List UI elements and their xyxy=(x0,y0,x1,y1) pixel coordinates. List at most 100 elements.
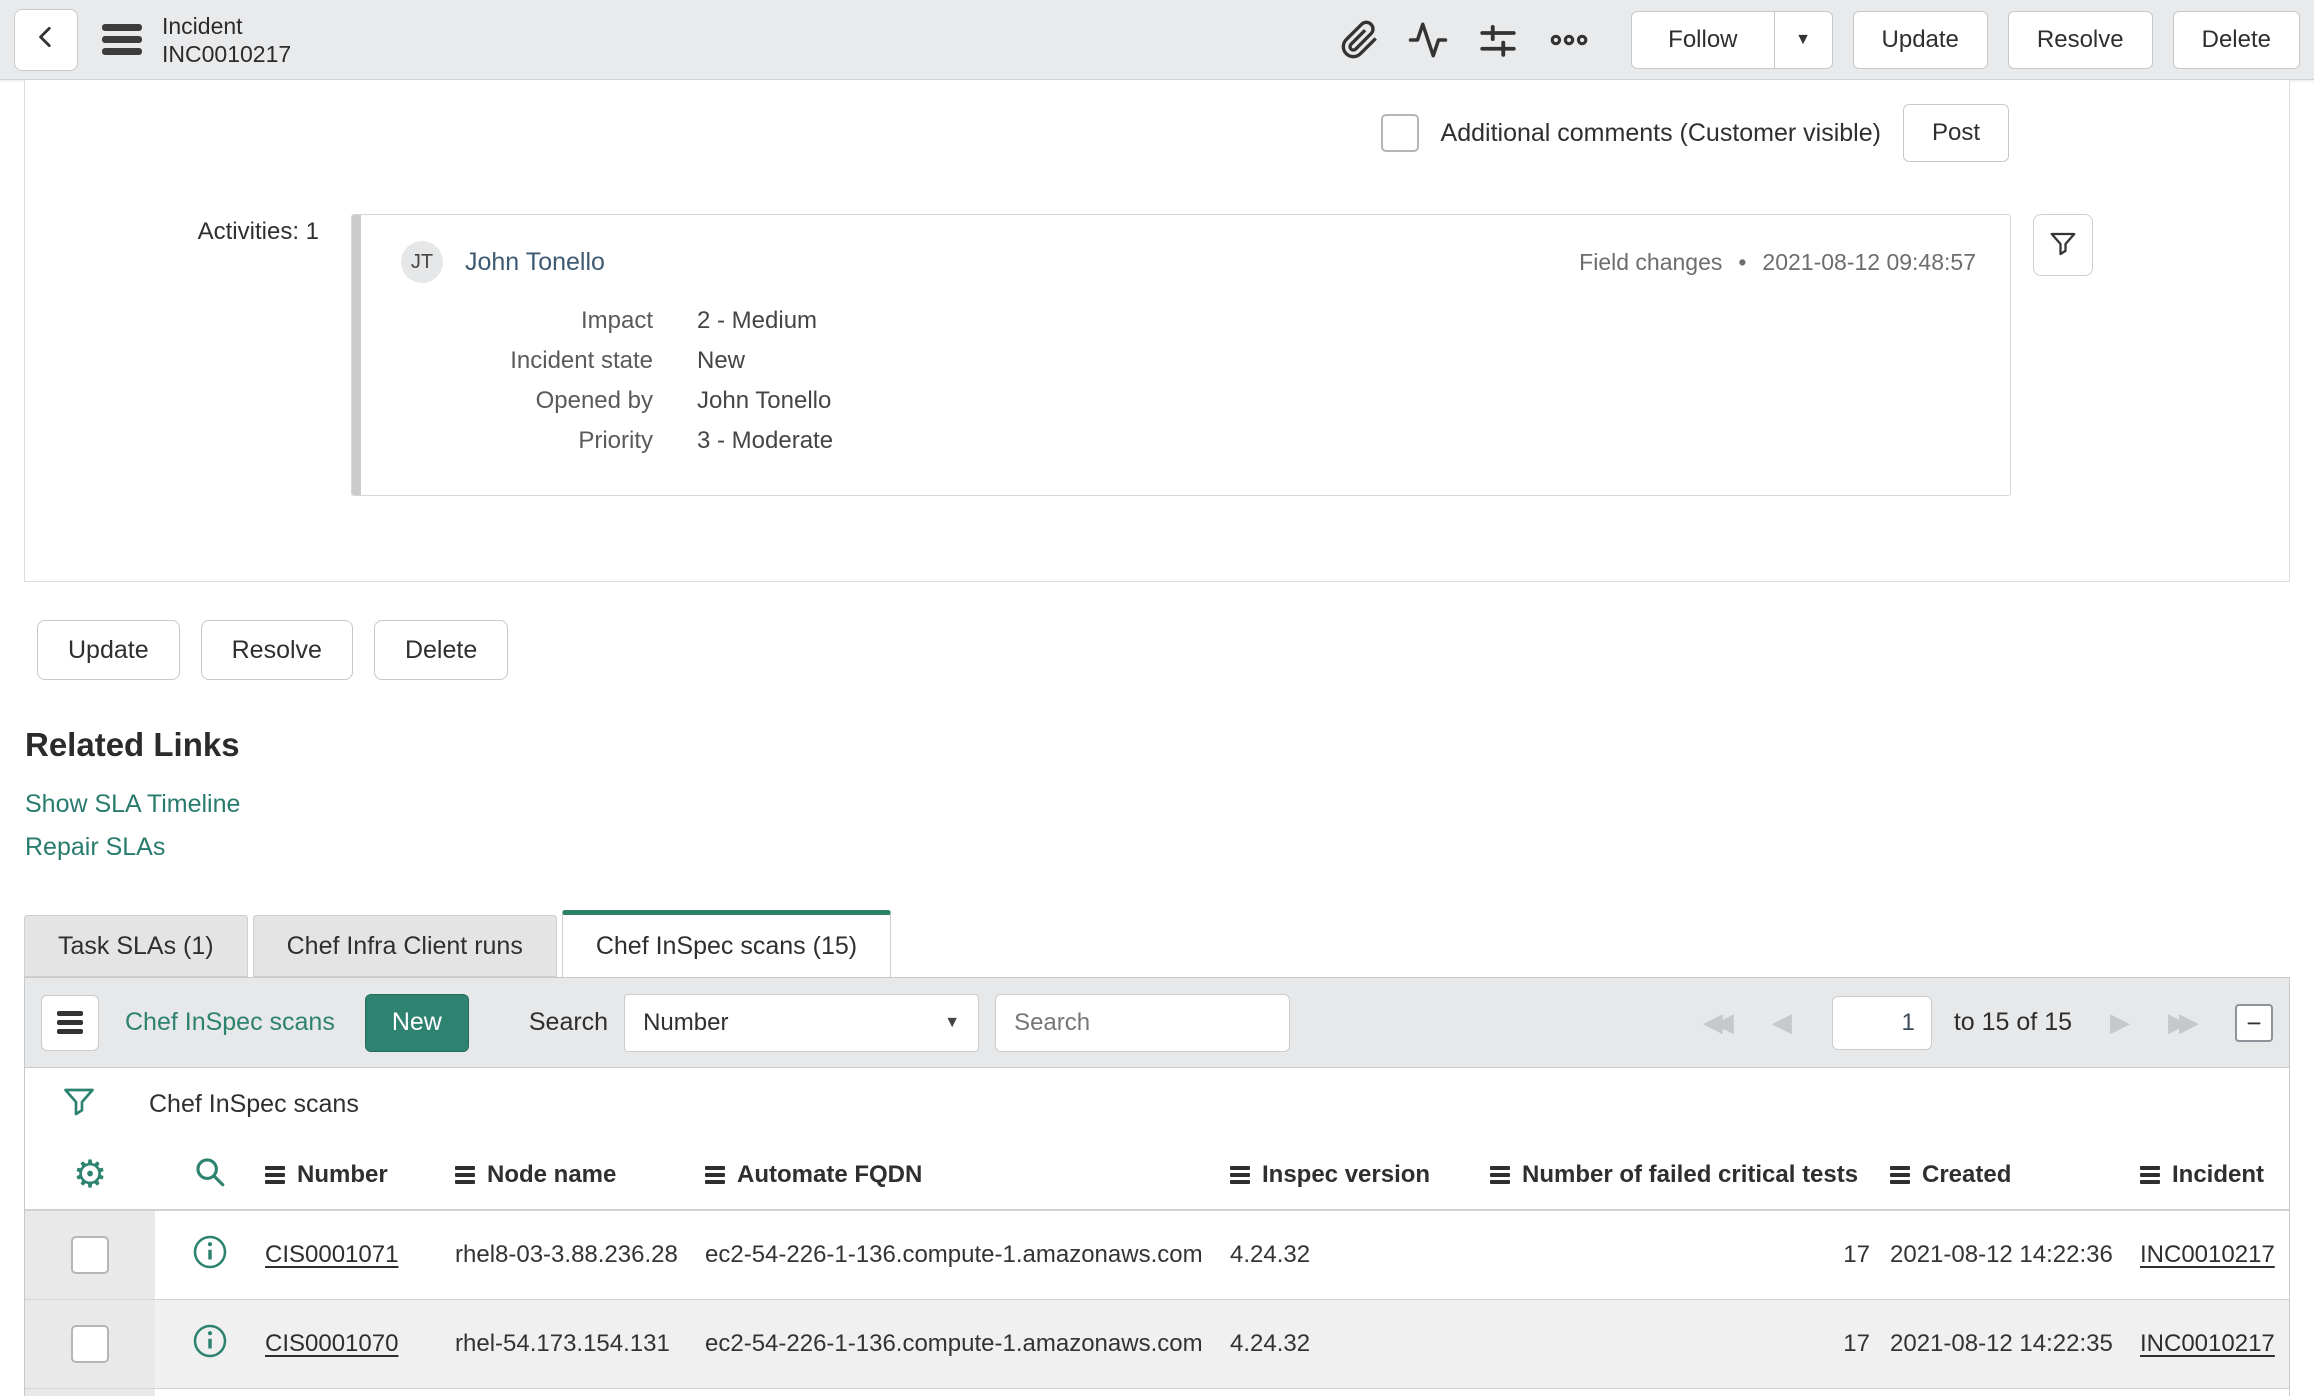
additional-comments-row: Additional comments (Customer visible) P… xyxy=(25,80,2289,162)
column-header-number[interactable]: Number xyxy=(265,1161,455,1189)
column-menu-icon xyxy=(1230,1165,1250,1184)
delete-button-header[interactable]: Delete xyxy=(2172,10,2300,69)
delete-button[interactable]: Delete xyxy=(373,620,509,680)
collapse-list-button[interactable]: − xyxy=(2235,1003,2273,1042)
field-change-row: Impact 2 - Medium xyxy=(401,307,1976,335)
funnel-icon xyxy=(2048,228,2078,263)
search-icon[interactable] xyxy=(193,1155,227,1194)
row-select-checkbox[interactable] xyxy=(71,1236,109,1274)
activity-stream-icon[interactable] xyxy=(1406,19,1450,61)
column-header-automate-fqdn[interactable]: Automate FQDN xyxy=(705,1161,1230,1189)
field-value: John Tonello xyxy=(697,387,832,414)
column-menu-icon xyxy=(455,1165,475,1184)
node-name-cell: rhel8-03-3.88.236.28 xyxy=(455,1241,678,1268)
activity-header: JT John Tonello Field changes • 2021-08-… xyxy=(401,241,1976,283)
chevron-left-icon xyxy=(33,22,59,57)
show-sla-timeline-link[interactable]: Show SLA Timeline xyxy=(25,790,240,819)
field-change-row: Priority 3 - Moderate xyxy=(401,427,1976,455)
activity-filter-button[interactable] xyxy=(2033,214,2093,276)
update-button[interactable]: Update xyxy=(37,620,180,680)
pagination-range-label: to 15 of 15 xyxy=(1953,1008,2072,1036)
search-input[interactable] xyxy=(995,993,1291,1052)
tab-task-slas[interactable]: Task SLAs (1) xyxy=(24,915,248,977)
first-page-icon[interactable]: ◀◀ xyxy=(1703,1007,1734,1038)
activities-count-label: Activities: 1 xyxy=(197,218,319,245)
info-icon[interactable] xyxy=(192,1234,228,1277)
follow-dropdown-button[interactable]: ▼ xyxy=(1774,10,1833,69)
top-header-bar: Incident INC0010217 Follow ▼ Update Reso… xyxy=(0,0,2314,80)
column-header-node-name[interactable]: Node name xyxy=(455,1161,705,1189)
field-value: 2 - Medium xyxy=(697,307,818,334)
list-breadcrumb-row: Chef InSpec scans xyxy=(25,1068,2289,1140)
scan-number-link[interactable]: CIS0001070 xyxy=(265,1330,398,1357)
inspec-version-cell: 4.24.32 xyxy=(1230,1330,1311,1357)
incident-link[interactable]: INC0010217 xyxy=(2140,1241,2275,1268)
search-label: Search xyxy=(528,1008,609,1036)
related-lists-tabs: Task SLAs (1) Chef Infra Client runs Che… xyxy=(24,910,2314,977)
row-select-checkbox[interactable] xyxy=(71,1325,109,1363)
scan-number-link[interactable]: CIS0001071 xyxy=(265,1241,398,1268)
failed-critical-tests-cell: 17 xyxy=(1843,1241,1870,1268)
column-header-failed-critical-tests[interactable]: Number of failed critical tests xyxy=(1490,1161,1890,1189)
context-menu-icon[interactable] xyxy=(102,24,142,55)
follow-button[interactable]: Follow xyxy=(1631,10,1775,69)
activities-section: Activities: 1 JT John Tonello Field chan… xyxy=(25,214,2289,496)
list-toolbar: Chef InSpec scans New Search Number ▼ ◀◀… xyxy=(25,978,2289,1068)
follow-split-button: Follow ▼ xyxy=(1631,10,1833,69)
personalize-icon[interactable] xyxy=(1476,19,1520,61)
column-header-incident[interactable]: Incident xyxy=(2140,1161,2289,1189)
resolve-button[interactable]: Resolve xyxy=(200,620,353,680)
incident-link[interactable]: INC0010217 xyxy=(2140,1330,2275,1357)
update-button-header[interactable]: Update xyxy=(1852,10,1988,69)
tab-chef-inspec-scans[interactable]: Chef InSpec scans (15) xyxy=(561,910,892,977)
list-title[interactable]: Chef InSpec scans xyxy=(125,1008,335,1037)
breadcrumb[interactable]: Chef InSpec scans xyxy=(149,1090,359,1119)
inspec-version-cell: 4.24.32 xyxy=(1230,1241,1311,1268)
activity-author[interactable]: John Tonello xyxy=(465,248,605,277)
activity-entry-card: JT John Tonello Field changes • 2021-08-… xyxy=(351,214,2011,496)
page-number-input[interactable] xyxy=(1831,995,1932,1050)
search-field-value: Number xyxy=(643,1008,729,1036)
field-label: Opened by xyxy=(535,387,653,414)
info-icon[interactable] xyxy=(192,1323,228,1366)
column-menu-icon xyxy=(705,1165,725,1184)
created-cell: 2021-08-12 14:22:36 xyxy=(1890,1241,2113,1268)
form-panel: Additional comments (Customer visible) P… xyxy=(24,80,2290,582)
attachment-icon[interactable] xyxy=(1340,19,1380,61)
filter-funnel-icon[interactable] xyxy=(61,1083,97,1126)
new-button[interactable]: New xyxy=(364,993,469,1052)
tab-chef-infra-client-runs[interactable]: Chef Infra Client runs xyxy=(252,915,557,977)
column-header-inspec-version[interactable]: Inspec version xyxy=(1230,1161,1490,1189)
resolve-button-header[interactable]: Resolve xyxy=(2007,10,2153,69)
column-header-created[interactable]: Created xyxy=(1890,1161,2140,1189)
prev-page-icon[interactable]: ◀ xyxy=(1772,1007,1792,1038)
failed-critical-tests-cell: 17 xyxy=(1843,1330,1870,1357)
customer-visible-checkbox[interactable] xyxy=(1380,114,1419,152)
last-page-icon[interactable]: ▶▶ xyxy=(2168,1007,2199,1038)
back-button[interactable] xyxy=(14,8,78,71)
chevron-down-icon: ▼ xyxy=(944,1013,961,1031)
activity-body: JT John Tonello Field changes • 2021-08-… xyxy=(361,215,2010,495)
page-title: Incident INC0010217 xyxy=(162,12,291,68)
additional-comments-label: Additional comments (Customer visible) xyxy=(1440,118,1881,147)
automate-fqdn-cell: ec2-54-226-1-136.compute-1.amazonaws.com xyxy=(705,1241,1203,1268)
activity-meta: Field changes • 2021-08-12 09:48:57 xyxy=(1579,249,1976,276)
gear-icon[interactable]: ⚙ xyxy=(73,1152,107,1197)
column-menu-icon xyxy=(1490,1165,1510,1184)
dot-separator: • xyxy=(1738,248,1747,275)
more-options-icon[interactable] xyxy=(1546,19,1592,61)
column-menu-icon xyxy=(2140,1165,2160,1184)
search-field-select[interactable]: Number ▼ xyxy=(624,993,980,1052)
automate-fqdn-cell: ec2-54-226-1-136.compute-1.amazonaws.com xyxy=(705,1330,1203,1357)
post-button[interactable]: Post xyxy=(1902,104,2009,162)
header-actions: Follow ▼ Update Resolve Delete xyxy=(1327,10,2300,69)
repair-slas-link[interactable]: Repair SLAs xyxy=(25,833,165,862)
record-type-label: Incident xyxy=(162,12,243,39)
next-page-icon[interactable]: ▶ xyxy=(2110,1007,2130,1038)
field-value: New xyxy=(697,347,746,374)
column-menu-icon xyxy=(1890,1165,1910,1184)
chevron-down-icon: ▼ xyxy=(1795,30,1811,48)
field-label: Priority xyxy=(578,427,653,454)
form-footer-buttons: Update Resolve Delete xyxy=(37,620,2314,680)
list-context-menu-icon[interactable] xyxy=(41,994,99,1051)
